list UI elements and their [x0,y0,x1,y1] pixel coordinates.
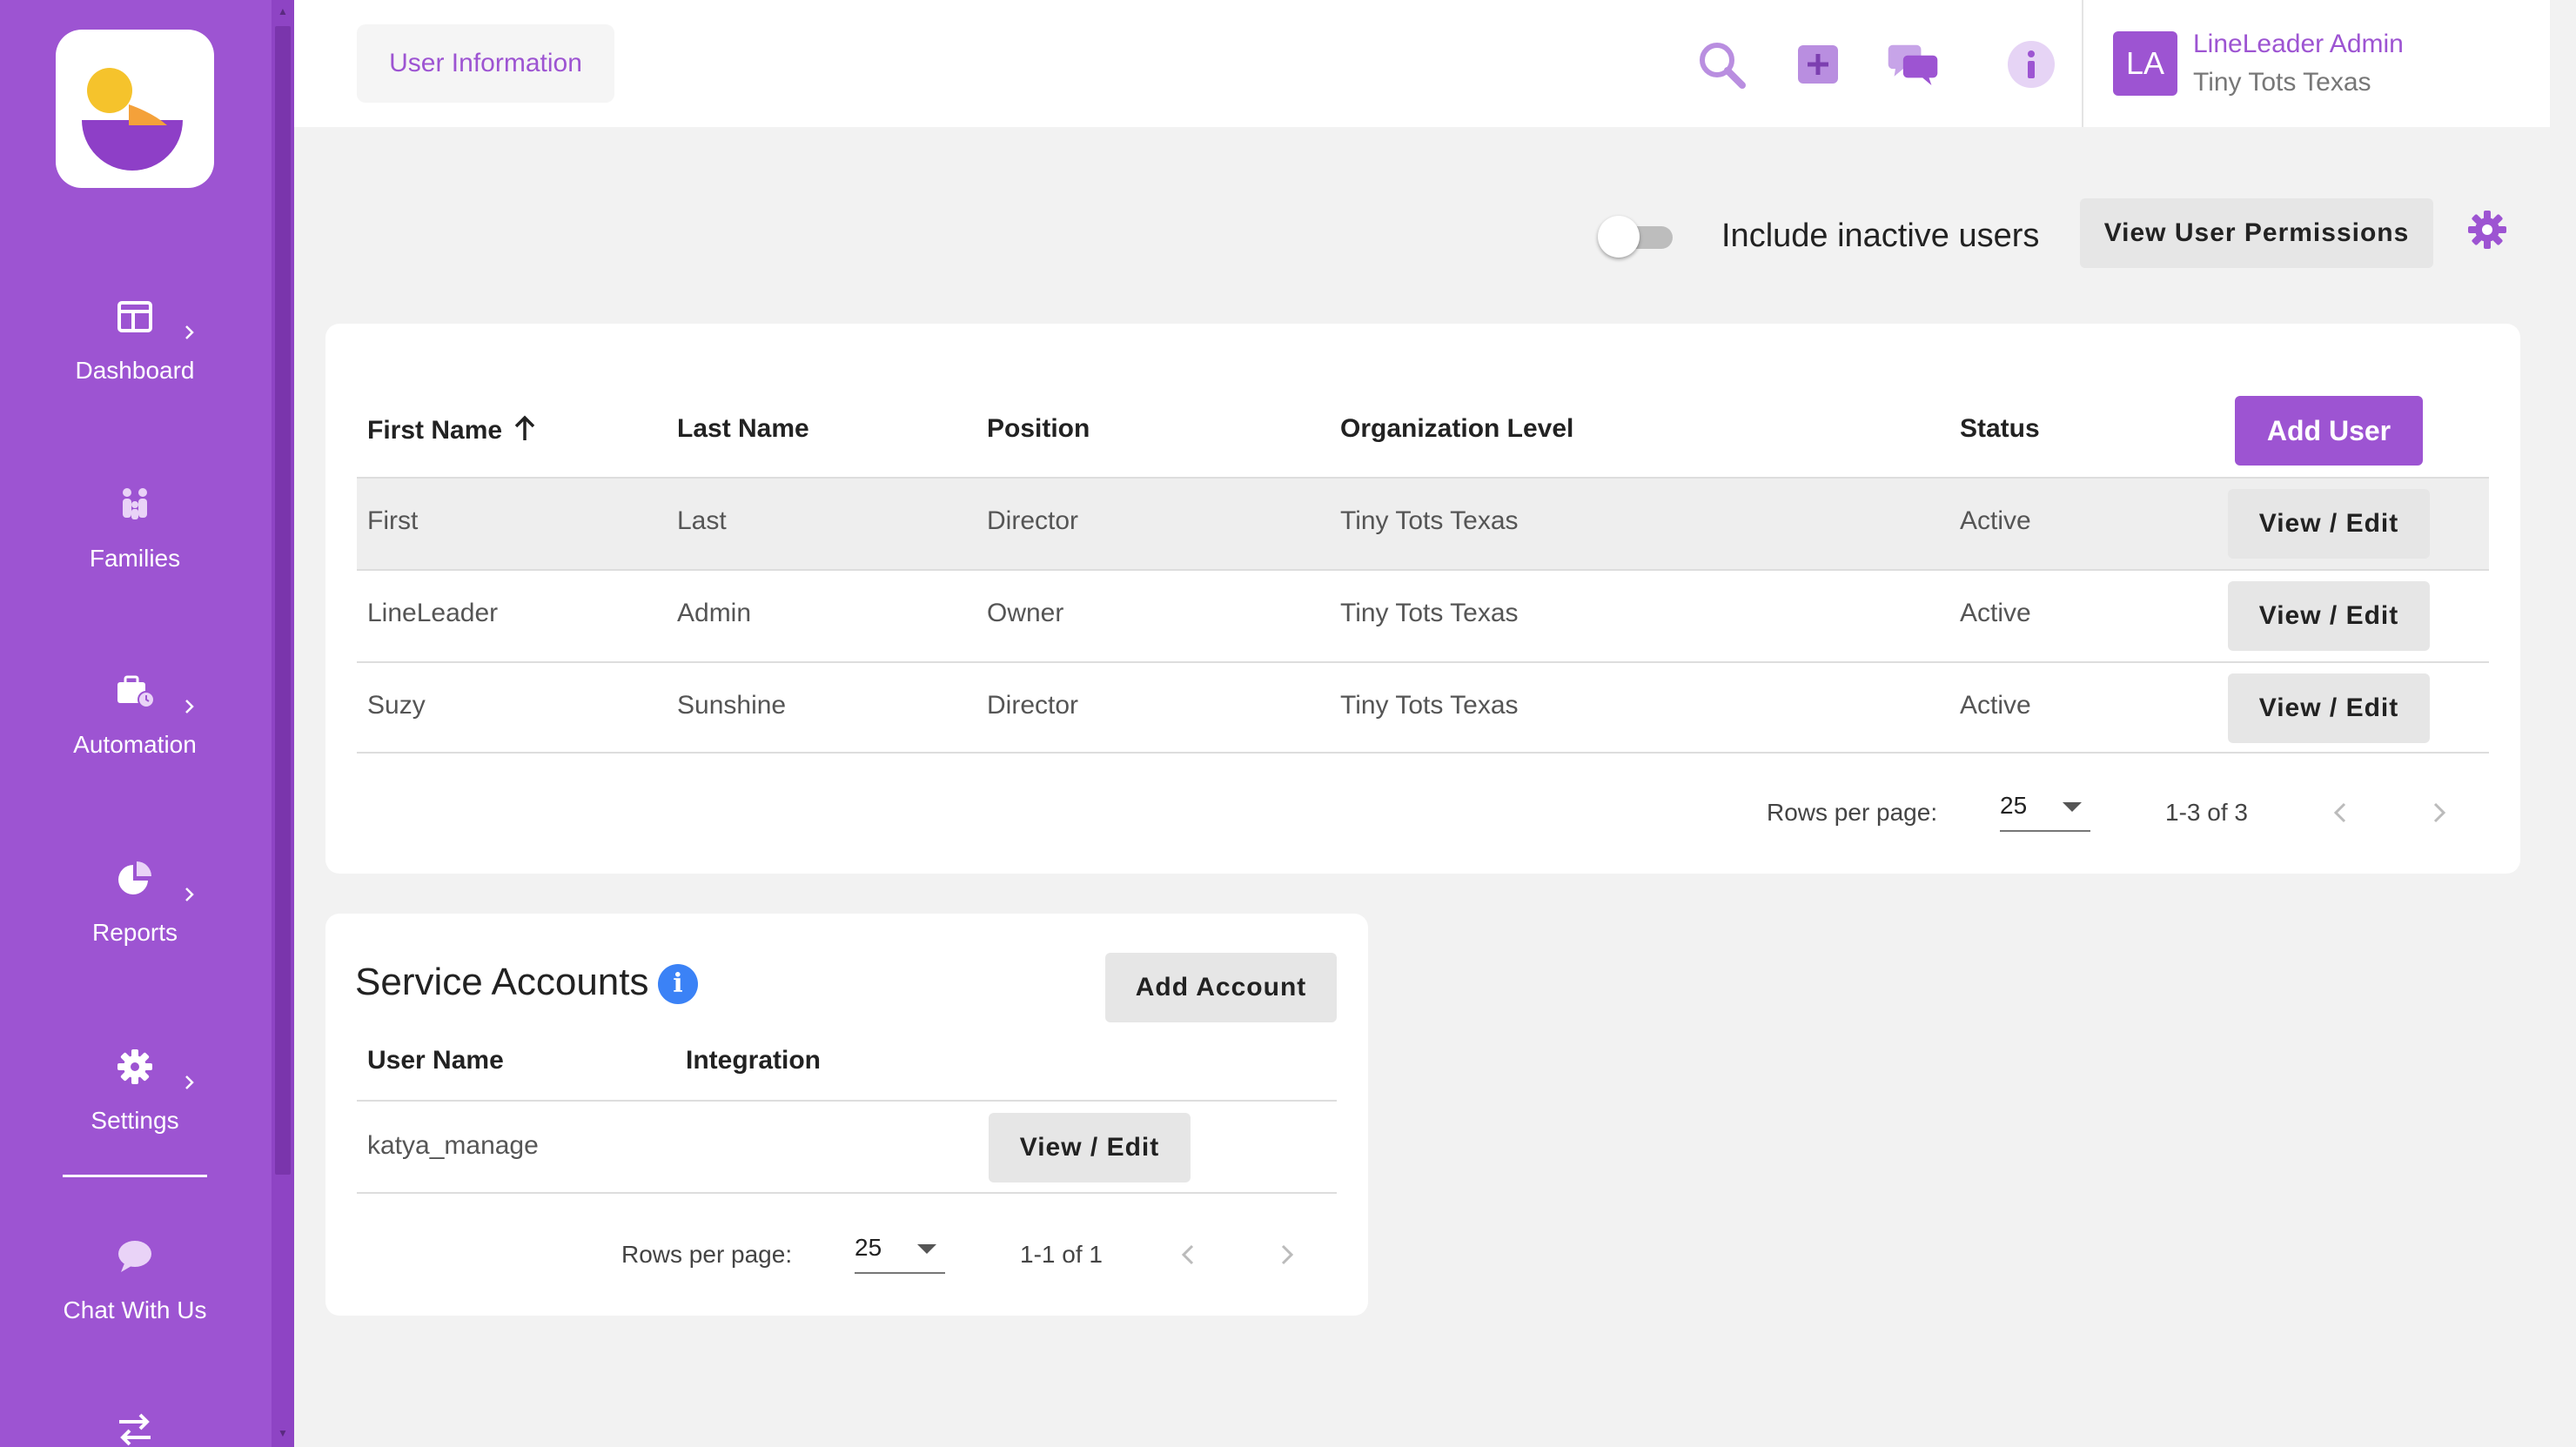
info-icon[interactable] [2005,38,2057,90]
dashboard-icon [117,301,152,332]
cell-first-name: First [367,506,419,535]
sidebar-item-chat-with-us[interactable]: Chat With Us [0,1236,270,1357]
chevron-right-icon [185,1075,194,1089]
cell-status: Active [1960,599,2031,627]
user-name: LineLeader Admin [2193,30,2404,58]
chat-icon [118,1241,151,1272]
sidebar-item-families[interactable]: Families [0,484,270,606]
logo-mark-icon [82,68,183,171]
caret-down-icon [917,1244,936,1254]
previous-page-icon[interactable] [2324,795,2358,830]
next-page-icon[interactable] [1269,1237,1304,1272]
sidebar-item-automation[interactable]: Automation [0,670,270,792]
sidebar-divider [63,1175,207,1177]
cell-status: Active [1960,691,2031,720]
view-user-permissions-button[interactable]: View User Permissions [2080,198,2433,268]
sidebar-item-label: Families [89,545,181,572]
sidebar-item-label: Settings [91,1107,179,1134]
cell-first-name: Suzy [367,691,426,720]
column-header-user-name[interactable]: User Name [367,1046,504,1075]
view-edit-button[interactable]: View / Edit [2228,489,2430,559]
page-title: User Information [357,24,614,103]
cell-last-name: Last [677,506,727,535]
app-logo[interactable] [56,30,214,188]
column-header-first-name[interactable]: First Name [367,414,537,445]
scroll-up-icon[interactable]: ▲ [277,5,289,17]
chevron-right-icon [185,888,194,901]
column-header-position[interactable]: Position [987,414,1090,444]
service-accounts-title: Service Accounts [355,961,649,1003]
include-inactive-toggle[interactable] [1598,216,1676,258]
page-range: 1-3 of 3 [2165,799,2248,826]
column-header-integration[interactable]: Integration [686,1046,821,1075]
column-header-status[interactable]: Status [1960,414,2040,444]
rows-per-page-select[interactable]: 25 [2000,788,2090,832]
rows-per-page-select[interactable]: 25 [855,1230,945,1274]
sidebar-item-label: Automation [73,731,197,758]
caret-down-icon [2063,802,2082,812]
page-range: 1-1 of 1 [1020,1241,1103,1268]
next-page-icon[interactable] [2421,795,2456,830]
reports-icon [118,861,151,894]
chevron-right-icon [185,700,194,713]
header-divider [2082,0,2083,127]
sidebar: Dashboard Families Automation Reports Se… [0,0,294,1447]
service-accounts-card: Service Accounts i Add Account User Name… [325,914,1368,1316]
view-edit-button[interactable]: View / Edit [989,1113,1191,1182]
sort-ascending-icon [515,415,535,440]
cell-status: Active [1960,506,2031,535]
cell-organization-level: Tiny Tots Texas [1340,599,1519,627]
user-organization: Tiny Tots Texas [2193,68,2371,97]
cell-organization-level: Tiny Tots Texas [1340,691,1519,720]
sidebar-item-reports[interactable]: Reports [0,858,270,980]
search-icon[interactable] [1695,38,1748,90]
previous-page-icon[interactable] [1171,1237,1206,1272]
settings-icon [117,1049,152,1084]
cell-user-name: katya_manage [367,1131,539,1160]
users-card: First Name Last Name Position Organizati… [325,324,2520,874]
sidebar-scrollbar-thumb[interactable] [275,26,291,1175]
messages-icon[interactable] [1887,38,1939,90]
sidebar-item-label: Chat With Us [63,1296,207,1323]
switch-arrows-icon[interactable] [114,1411,156,1446]
cell-position: Director [987,506,1079,535]
scroll-down-icon[interactable]: ▼ [277,1427,289,1439]
rows-per-page-label: Rows per page: [1767,799,1938,826]
info-icon[interactable]: i [658,964,698,1004]
cell-position: Director [987,691,1079,720]
cell-last-name: Sunshine [677,691,787,720]
sidebar-item-settings[interactable]: Settings [0,1046,270,1168]
cell-first-name: LineLeader [367,599,499,627]
add-account-button[interactable]: Add Account [1105,953,1337,1022]
top-header: User Information LA LineLeader Admin Tin… [294,0,2550,127]
view-edit-button[interactable]: View / Edit [2228,581,2430,651]
automation-icon [117,675,155,708]
avatar[interactable]: LA [2113,31,2177,96]
sidebar-item-label: Reports [91,919,178,946]
cell-position: Owner [987,599,1064,627]
add-icon[interactable] [1791,38,1843,90]
add-user-button[interactable]: Add User [2235,396,2423,466]
column-header-last-name[interactable]: Last Name [677,414,809,444]
sidebar-item-label: Dashboard [75,357,195,384]
sidebar-item-dashboard[interactable]: Dashboard [0,296,270,418]
families-icon [123,488,147,519]
gear-icon[interactable] [2466,209,2508,251]
column-header-organization-level[interactable]: Organization Level [1340,414,1573,444]
chevron-right-icon [185,325,194,339]
include-inactive-label: Include inactive users [1721,218,2040,254]
rows-per-page-label: Rows per page: [621,1241,793,1268]
view-edit-button[interactable]: View / Edit [2228,673,2430,743]
cell-last-name: Admin [677,599,752,627]
cell-organization-level: Tiny Tots Texas [1340,506,1519,535]
